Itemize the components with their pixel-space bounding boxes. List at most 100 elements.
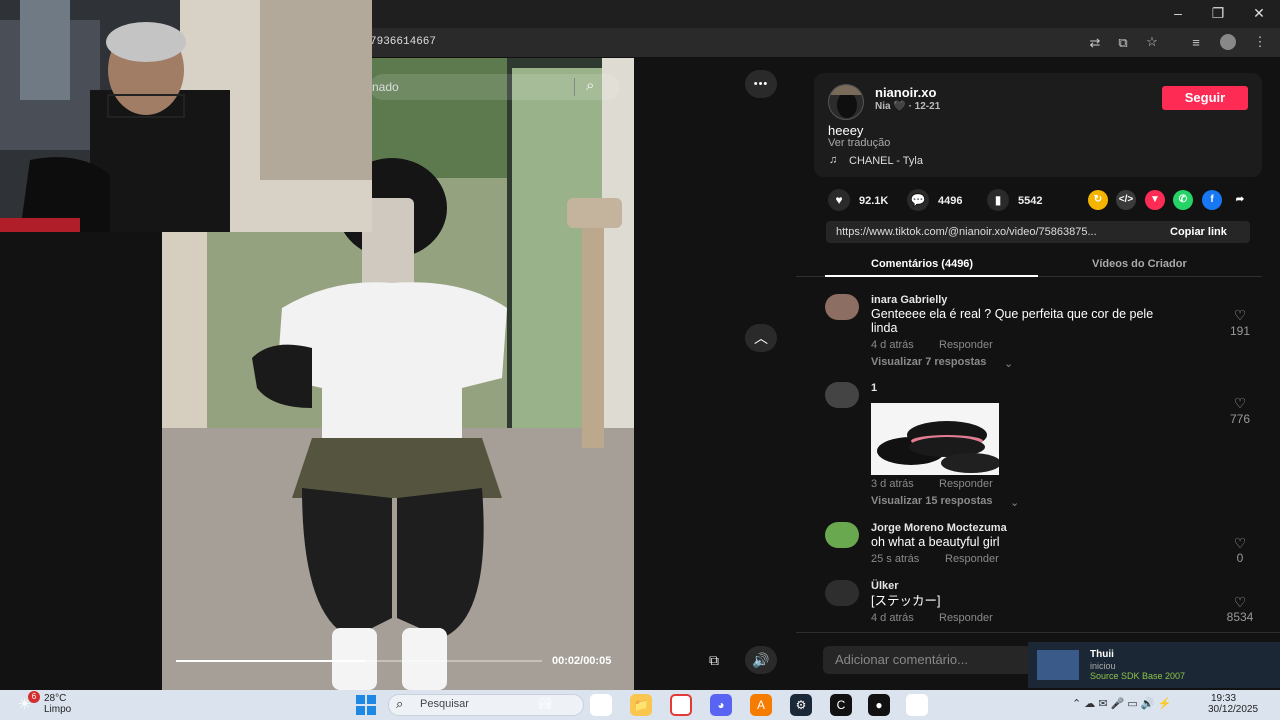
tray-icons[interactable]: ⌃ ☁ ✉ 🎤 ▭ 🔊 ⚡ bbox=[1072, 697, 1171, 710]
comment-heart-icon[interactable]: ♡ bbox=[1220, 535, 1260, 552]
bookmark-star-icon[interactable]: ☆ bbox=[1144, 35, 1160, 49]
minimize-button[interactable]: – bbox=[1168, 5, 1188, 21]
comment-author[interactable]: Ülker bbox=[871, 580, 899, 592]
comment-like-count: 191 bbox=[1229, 324, 1251, 338]
tab-comments[interactable]: Comentários (4496) bbox=[871, 258, 973, 270]
reply-button[interactable]: Responder bbox=[939, 478, 993, 490]
webcam-overlay bbox=[0, 0, 372, 232]
chevron-up-icon[interactable]: ︿ bbox=[745, 324, 777, 352]
capcut-icon[interactable]: C bbox=[830, 694, 852, 716]
settings-gear-icon[interactable]: ⚙ bbox=[906, 694, 928, 716]
comment-text: [ステッカー] bbox=[871, 594, 941, 608]
avatar[interactable] bbox=[825, 382, 859, 408]
clock-time[interactable]: 19:33 bbox=[1211, 693, 1236, 704]
comment-text: Genteeee ela é real ? Que perfeita que c… bbox=[871, 307, 1154, 321]
search-highlight-icon: 🏞 bbox=[538, 698, 552, 710]
search-icon[interactable]: ⌕ bbox=[586, 77, 594, 94]
weather-desc: Limpo bbox=[44, 704, 72, 715]
notification-game: Source SDK Base 2007 bbox=[1090, 671, 1186, 681]
avatar[interactable] bbox=[825, 522, 859, 548]
webcam-feed bbox=[0, 0, 372, 232]
share-link-text[interactable]: https://www.tiktok.com/@nianoir.xo/video… bbox=[836, 226, 1097, 238]
copy-link-button[interactable]: Copiar link bbox=[1170, 226, 1227, 238]
search-box[interactable] bbox=[370, 74, 620, 100]
reply-button[interactable]: Responder bbox=[945, 553, 999, 565]
creator-username[interactable]: nianoir.xo bbox=[875, 85, 936, 100]
chevron-down-icon: ⌄ bbox=[1010, 497, 1020, 509]
media-control-icon[interactable]: ≡ bbox=[1188, 36, 1204, 50]
comment-text: oh what a beautyful girl bbox=[871, 535, 1000, 549]
translate-icon[interactable]: ⇄ bbox=[1087, 36, 1103, 50]
clock-date[interactable]: 30/12/2025 bbox=[1208, 704, 1258, 715]
chrome-icon[interactable]: ◉ bbox=[670, 694, 692, 716]
avatar[interactable] bbox=[825, 294, 859, 320]
heart-icon[interactable]: ♥ bbox=[828, 189, 850, 211]
comment-like-count: 8534 bbox=[1226, 610, 1254, 624]
comment-time: 3 d atrás bbox=[871, 478, 914, 490]
discord-icon[interactable]: ◕ bbox=[710, 694, 732, 716]
install-app-icon[interactable]: ⧉ bbox=[1115, 36, 1131, 50]
volume-icon[interactable]: 🔊 bbox=[745, 646, 777, 674]
facebook-icon[interactable]: f bbox=[1202, 190, 1222, 210]
comment-time: 4 d atrás bbox=[871, 339, 914, 351]
progress-fill bbox=[176, 660, 366, 662]
avatar[interactable] bbox=[825, 580, 859, 606]
comment-sticker-image[interactable] bbox=[871, 403, 999, 475]
comment-time: 4 d atrás bbox=[871, 612, 914, 624]
recording-app-icon[interactable]: ● bbox=[868, 694, 890, 716]
tab-creator-videos[interactable]: Vídeos do Criador bbox=[1092, 258, 1187, 270]
embed-icon[interactable]: </> bbox=[1116, 190, 1136, 210]
reply-button[interactable]: Responder bbox=[939, 339, 993, 351]
maximize-button[interactable]: ❐ bbox=[1208, 5, 1228, 22]
taskbar-search[interactable] bbox=[388, 694, 584, 716]
comment-like-count: 776 bbox=[1229, 412, 1251, 426]
comment-author[interactable]: Jorge Moreno Moctezuma bbox=[871, 522, 1007, 534]
share-arrow-icon[interactable]: ➦ bbox=[1230, 190, 1250, 210]
tab-active-indicator bbox=[825, 275, 1038, 277]
comment-icon[interactable]: 💬 bbox=[907, 189, 929, 211]
creator-subtitle: Nia 🖤 · 12-21 bbox=[875, 101, 941, 112]
video-time: 00:02/00:05 bbox=[552, 655, 612, 667]
bookmark-icon[interactable]: ▮ bbox=[987, 189, 1009, 211]
notification-name: Thuii bbox=[1090, 649, 1114, 660]
profile-avatar[interactable] bbox=[1220, 34, 1236, 50]
reply-button[interactable]: Responder bbox=[939, 612, 993, 624]
whatsapp-icon[interactable]: ✆ bbox=[1173, 190, 1193, 210]
more-options-button[interactable]: ••• bbox=[745, 70, 777, 98]
comment-author[interactable]: 1 bbox=[871, 382, 877, 394]
follow-button[interactable]: Seguir bbox=[1162, 86, 1248, 110]
search-placeholder: nado bbox=[372, 80, 399, 94]
view-replies-button[interactable]: Visualizar 15 respostas bbox=[871, 495, 992, 507]
repost-icon[interactable]: ↻ bbox=[1088, 190, 1108, 210]
comment-heart-icon[interactable]: ♡ bbox=[1220, 594, 1260, 611]
pip-icon[interactable]: ⧉ bbox=[709, 652, 719, 669]
close-window-button[interactable]: ✕ bbox=[1249, 5, 1269, 22]
weather-temp[interactable]: 28°C bbox=[44, 693, 66, 704]
comment-input[interactable]: Adicionar comentário... bbox=[823, 646, 1033, 674]
url-text[interactable]: 7936614667 bbox=[370, 36, 436, 48]
saves-count: 5542 bbox=[1018, 195, 1043, 207]
view-replies-button[interactable]: Visualizar 7 respostas bbox=[871, 356, 986, 368]
task-view-icon[interactable]: ▣ bbox=[590, 694, 612, 716]
left-background bbox=[0, 232, 162, 690]
notification-status: iniciou bbox=[1090, 661, 1116, 671]
video-gutter bbox=[634, 58, 796, 690]
comment-time: 25 s atrás bbox=[871, 553, 920, 565]
windows-start-icon[interactable] bbox=[356, 695, 376, 715]
comment-heart-icon[interactable]: ♡ bbox=[1220, 395, 1260, 412]
send-icon[interactable]: ▼ bbox=[1145, 190, 1165, 210]
steam-icon[interactable]: ⚙ bbox=[790, 694, 812, 716]
creator-avatar[interactable] bbox=[828, 84, 864, 120]
music-title[interactable]: CHANEL - Tyla bbox=[849, 155, 923, 167]
file-explorer-icon[interactable]: 📁 bbox=[630, 694, 652, 716]
comment-text-line2: linda bbox=[871, 321, 898, 335]
kebab-menu-icon[interactable]: ⋮ bbox=[1252, 35, 1268, 49]
app-icon[interactable]: A bbox=[750, 694, 772, 716]
comment-author[interactable]: inara Gabrielly bbox=[871, 294, 947, 306]
comments-count: 4496 bbox=[938, 195, 963, 207]
translate-link[interactable]: Ver tradução bbox=[828, 137, 890, 149]
input-divider bbox=[796, 632, 1280, 633]
search-icon: ⌕ bbox=[396, 696, 404, 711]
comment-like-count: 0 bbox=[1236, 551, 1244, 565]
comment-heart-icon[interactable]: ♡ bbox=[1220, 307, 1260, 324]
